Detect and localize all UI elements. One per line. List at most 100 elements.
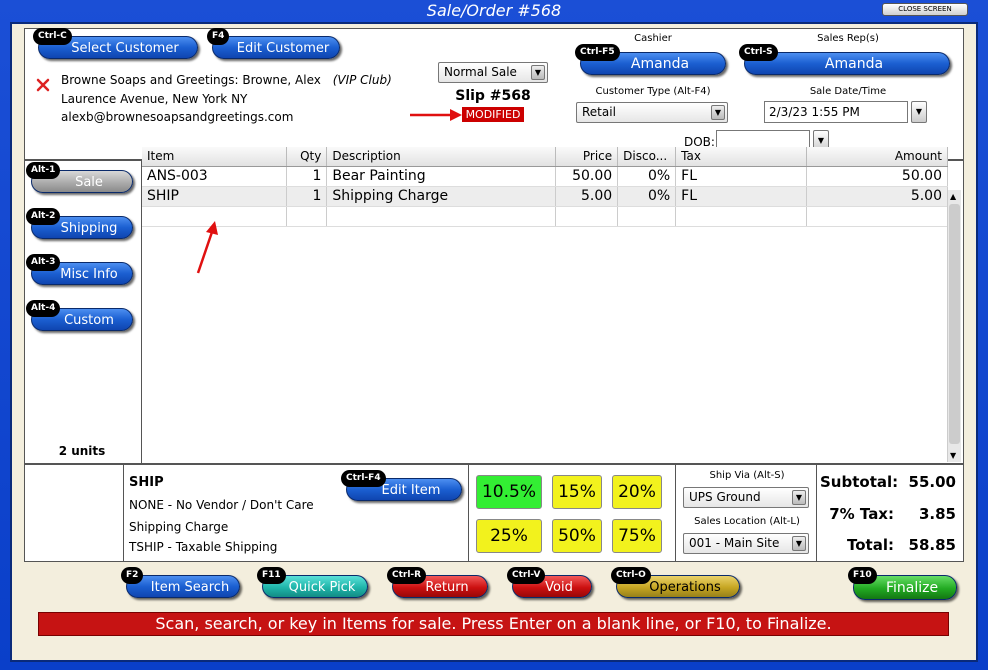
tax-label: 7% Tax: [829,505,894,523]
modified-badge: MODIFIED [462,107,524,122]
discount-75-button[interactable]: 75% [612,519,662,553]
sale-type-select[interactable]: Normal Sale ▼ [438,62,548,83]
shortcut-badge: Ctrl-S [739,44,778,61]
tab-custom[interactable]: Alt-4 Custom [26,300,133,331]
shortcut-badge: Alt-1 [26,162,61,179]
annotation-arrow-icon [410,109,462,121]
scroll-thumb[interactable] [949,204,960,444]
col-header-tax[interactable]: Tax [675,147,808,167]
title-bar: Sale/Order #568 CLOSE SCREEN [0,0,988,22]
grid-header-row: Item Qty Description Price Disco... Tax … [142,147,948,167]
discount-25-button[interactable]: 25% [476,519,542,553]
cell-description[interactable]: Bear Painting [326,166,557,187]
annotation-arrow-icon [196,221,218,274]
scroll-down-icon[interactable]: ▼ [950,451,956,460]
detail-tax: TSHIP - Taxable Shipping [129,540,278,554]
shortcut-badge: Ctrl-C [33,28,72,45]
chevron-down-icon: ▼ [792,490,806,505]
shortcut-badge: F4 [207,28,230,45]
cell-amount[interactable]: 5.00 [806,186,948,207]
operations-button[interactable]: Ctrl-O Operations [611,567,740,598]
total-label: Total: [847,536,894,554]
detail-vendor: NONE - No Vendor / Don't Care [129,498,314,512]
sales-location-label: Sales Location (Alt-L) [694,516,800,527]
cell-item[interactable]: SHIP [142,186,288,207]
cell-price[interactable]: 50.00 [555,166,619,187]
cashier-button[interactable]: Ctrl-F5 Amanda [575,44,726,75]
sales-rep-label: Sales Rep(s) [817,33,879,44]
ship-via-label: Ship Via (Alt-S) [709,470,785,481]
slip-number: Slip #568 [455,88,531,104]
sale-date-label: Sale Date/Time [809,86,887,97]
cell-amount[interactable]: 50.00 [806,166,948,187]
edit-item-button[interactable]: Ctrl-F4 Edit Item [341,470,462,501]
shortcut-badge: Ctrl-V [507,567,546,584]
select-customer-button[interactable]: Ctrl-C Select Customer [33,28,198,59]
void-button[interactable]: Ctrl-V Void [507,567,592,598]
quick-pick-button[interactable]: F11 Quick Pick [257,567,368,598]
cell-qty[interactable]: 1 [286,186,328,207]
tab-shipping[interactable]: Alt-2 Shipping [26,208,133,239]
table-row[interactable]: ANS-003 1 Bear Painting 50.00 0% FL 50.0… [142,166,948,187]
shortcut-badge: F2 [121,567,144,584]
customer-type-select[interactable]: Retail ▼ [576,102,728,123]
shortcut-badge: Ctrl-R [387,567,427,584]
subtotal-label: Subtotal: [820,473,899,491]
finalize-button[interactable]: F10 Finalize [848,567,957,600]
cashier-label: Cashier [634,33,672,44]
shortcut-badge: Ctrl-F4 [341,470,386,487]
edit-customer-button[interactable]: F4 Edit Customer [207,28,340,59]
item-search-button[interactable]: F2 Item Search [121,567,240,598]
scroll-up-icon[interactable]: ▲ [950,192,956,201]
col-header-item[interactable]: Item [142,147,288,167]
col-header-price[interactable]: Price [555,147,619,167]
tab-sale[interactable]: Alt-1 Sale [26,162,133,193]
shortcut-badge: Alt-2 [26,208,61,225]
cell-description[interactable]: Shipping Charge [326,186,557,207]
chevron-down-icon: ▼ [915,107,923,116]
tab-misc-info[interactable]: Alt-3 Misc Info [26,254,133,285]
col-header-qty[interactable]: Qty [286,147,328,167]
chevron-down-icon: ▼ [531,65,545,80]
discount-50-button[interactable]: 50% [552,519,602,553]
status-bar: Scan, search, or key in Items for sale. … [38,612,949,636]
units-count: 2 units [58,444,106,458]
close-screen-button[interactable]: CLOSE SCREEN [882,3,968,16]
col-header-description[interactable]: Description [326,147,557,167]
sales-location-select[interactable]: 001 - Main Site ▼ [683,533,809,554]
discount-15-button[interactable]: 15% [552,475,602,509]
ship-via-select[interactable]: UPS Ground ▼ [683,487,809,508]
remove-customer-icon[interactable] [36,78,50,92]
window-title: Sale/Order #568 [426,1,562,20]
chevron-down-icon: ▼ [711,105,725,120]
cell-discount[interactable]: 0% [617,186,677,207]
discount-10-5-button[interactable]: 10.5% [476,475,542,509]
col-header-amount[interactable]: Amount [806,147,948,167]
cell-qty[interactable]: 1 [286,166,328,187]
shortcut-badge: F10 [848,567,877,584]
customer-club: (VIP Club) [332,73,392,87]
cell-discount[interactable]: 0% [617,166,677,187]
sales-rep-button[interactable]: Ctrl-S Amanda [739,44,950,75]
chevron-down-icon: ▼ [817,136,825,145]
discount-20-button[interactable]: 20% [612,475,662,509]
table-row-blank[interactable] [142,206,948,227]
sale-date-dropdown[interactable]: ▼ [911,101,927,123]
cell-tax[interactable]: FL [675,186,808,207]
shortcut-badge: F11 [257,567,286,584]
shortcut-badge: Alt-3 [26,254,61,271]
cell-tax[interactable]: FL [675,166,808,187]
tax-value: 3.85 [918,505,956,523]
vertical-scrollbar[interactable]: ▲ ▼ [947,190,961,462]
shortcut-badge: Alt-4 [26,300,61,317]
detail-left-panel [24,464,124,562]
table-row[interactable]: SHIP 1 Shipping Charge 5.00 0% FL 5.00 [142,186,948,207]
sale-date-field[interactable]: 2/3/23 1:55 PM [764,101,908,123]
cell-item[interactable]: ANS-003 [142,166,288,187]
customer-name: Browne Soaps and Greetings: Browne, Alex… [61,73,392,87]
customer-email: alexb@brownesoapsandgreetings.com [61,110,294,124]
return-button[interactable]: Ctrl-R Return [387,567,488,598]
col-header-discount[interactable]: Disco... [617,147,677,167]
customer-address: Laurence Avenue, New York NY [61,92,248,106]
cell-price[interactable]: 5.00 [555,186,619,207]
